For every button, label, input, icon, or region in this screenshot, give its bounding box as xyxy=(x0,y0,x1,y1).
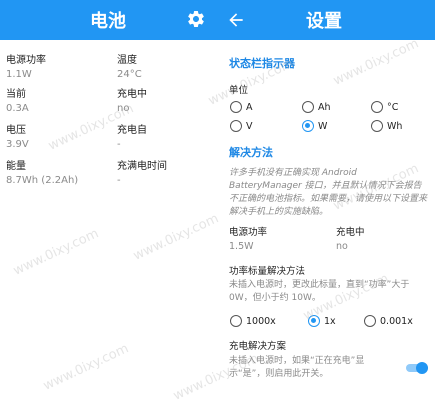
radio-circle xyxy=(230,315,242,327)
radio-circle xyxy=(230,101,242,113)
unit-radio-celsius[interactable]: °C xyxy=(371,100,398,114)
scale-radio-1x[interactable]: 1x xyxy=(308,314,336,328)
power-value: 1.5W xyxy=(229,241,254,252)
stat-temperature: 温度 24°C xyxy=(117,54,217,81)
stat-label: 电压 xyxy=(6,125,26,136)
stat-label: 充电自 xyxy=(117,125,147,136)
stat-label: 充满电时间 xyxy=(117,161,167,172)
stat-label: 充电中 xyxy=(117,89,147,100)
stat-value: 3.9V xyxy=(6,139,29,150)
settings-title: 设置 xyxy=(306,11,342,32)
charging-reading: 充电中 no xyxy=(336,227,365,253)
settings-app-bar: 设置 xyxy=(216,0,435,40)
radio-label: V xyxy=(246,120,253,132)
charging-label: 充电中 xyxy=(336,227,365,238)
radio-label: Wh xyxy=(387,120,403,132)
battery-app-bar: 电池 xyxy=(0,0,216,40)
stat-value: 0.3A xyxy=(6,103,29,114)
stat-label: 电源功率 xyxy=(6,55,46,66)
stat-value: - xyxy=(117,175,121,186)
workaround-description: 许多手机没有正确实现 Android BatteryManager 接口，并且默… xyxy=(229,168,428,217)
stat-label: 当前 xyxy=(6,89,26,100)
radio-circle xyxy=(371,101,383,113)
scale-workaround-description: 未插入电源时，更改此标量，直到“功率”大于 0W，但小于约 10W。 xyxy=(229,280,410,303)
gear-icon[interactable] xyxy=(186,9,206,29)
radio-label: A xyxy=(246,101,253,113)
radio-circle xyxy=(302,120,314,132)
radio-circle xyxy=(230,120,242,132)
unit-radio-a[interactable]: A xyxy=(230,100,253,114)
radio-circle xyxy=(302,101,314,113)
battery-title: 电池 xyxy=(90,11,126,32)
unit-radio-v[interactable]: V xyxy=(230,119,253,133)
screen: 电池 电源功率 1.1W 温度 24°C 当前 0.3A 充电中 no 电压 3… xyxy=(0,0,435,416)
scale-workaround-label: 功率标量解决方法 xyxy=(229,266,306,277)
stat-value: 1.1W xyxy=(6,69,32,80)
radio-label: 1x xyxy=(324,315,336,327)
stat-time-to-full: 充满电时间 - xyxy=(117,160,217,187)
radio-label: 0.001x xyxy=(380,315,413,327)
stat-value: - xyxy=(117,139,121,150)
stat-energy: 能量 8.7Wh (2.2Ah) xyxy=(6,160,106,187)
stat-voltage: 电压 3.9V xyxy=(6,124,106,151)
stat-power: 电源功率 1.1W xyxy=(6,54,106,81)
stat-label: 能量 xyxy=(6,161,26,172)
radio-circle xyxy=(308,315,320,327)
charge-fix-label: 充电解决方案 xyxy=(229,341,287,352)
unit-label: 单位 xyxy=(229,85,249,96)
radio-label: 1000x xyxy=(246,315,276,327)
stat-value: no xyxy=(117,103,130,114)
power-reading: 电源功率 1.5W xyxy=(229,227,267,253)
power-label: 电源功率 xyxy=(229,227,268,238)
scale-radio-0001x[interactable]: 0.001x xyxy=(364,314,413,328)
charge-fix-toggle[interactable] xyxy=(406,362,428,374)
unit-radio-ah[interactable]: Ah xyxy=(302,100,331,114)
battery-panel: 电池 电源功率 1.1W 温度 24°C 当前 0.3A 充电中 no 电压 3… xyxy=(0,0,216,416)
unit-radio-w[interactable]: W xyxy=(302,119,327,133)
stat-current: 当前 0.3A xyxy=(6,88,106,115)
radio-circle xyxy=(364,315,376,327)
radio-label: W xyxy=(318,120,328,132)
settings-panel: 设置 状态栏指示器 单位 A Ah °C V W Wh 解决方法 许多手机没有正… xyxy=(216,0,435,416)
stat-label: 温度 xyxy=(117,55,137,66)
stat-value: 8.7Wh (2.2Ah) xyxy=(6,175,79,186)
radio-circle xyxy=(371,120,383,132)
unit-radio-wh[interactable]: Wh xyxy=(371,119,402,133)
toggle-thumb xyxy=(416,362,428,374)
stat-value: 24°C xyxy=(117,69,142,80)
radio-label: Ah xyxy=(318,101,331,113)
arrow-back-icon[interactable] xyxy=(226,10,246,30)
stat-charge-source: 充电自 - xyxy=(117,124,217,151)
charging-value: no xyxy=(336,241,348,252)
scale-radio-1000x[interactable]: 1000x xyxy=(230,314,276,328)
stat-charging: 充电中 no xyxy=(117,88,217,115)
radio-label: °C xyxy=(387,101,399,113)
charge-fix-description: 未插入电源时，如果“正在充电”显示“是”，则启用此开关。 xyxy=(229,356,365,379)
status-bar-section-title: 状态栏指示器 xyxy=(229,57,295,70)
workaround-section-title: 解决方法 xyxy=(229,146,273,159)
